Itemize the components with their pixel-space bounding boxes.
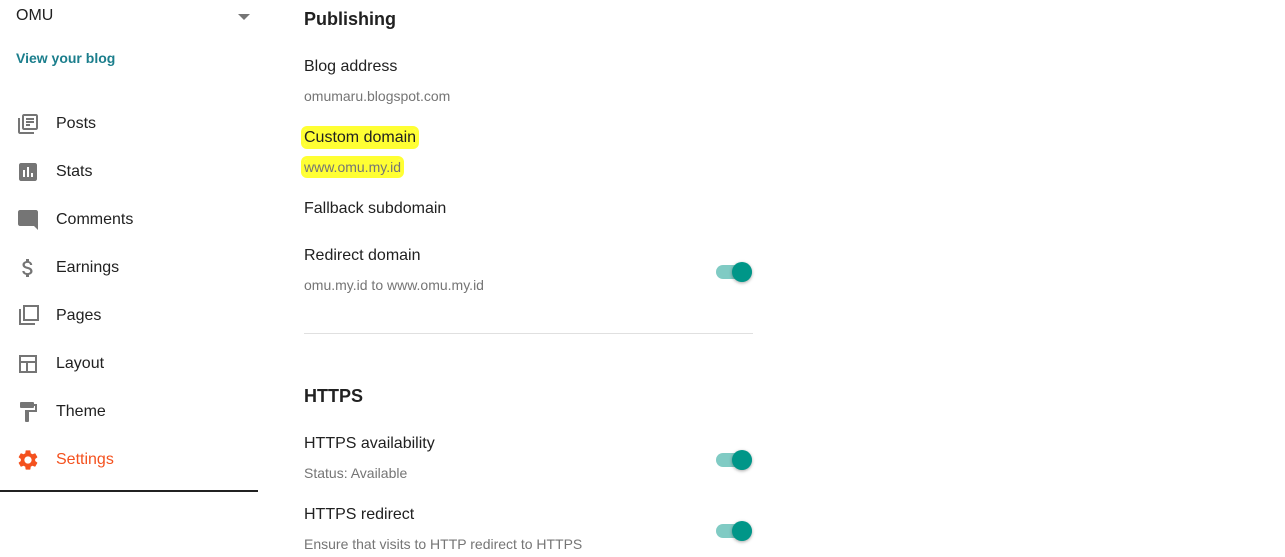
sidebar-item-label: Stats [56,163,93,180]
https-redirect-value: Ensure that visits to HTTP redirect to H… [304,536,583,552]
section-divider [304,333,753,334]
custom-domain-value-text: www.omu.my.id [304,159,401,175]
https-availability-toggle[interactable] [716,448,754,472]
fallback-subdomain-label[interactable]: Fallback subdomain [304,200,446,218]
sidebar: OMU View your blog Posts Stats Comments … [0,0,258,492]
sidebar-item-label: Settings [56,451,114,468]
https-redirect-toggle[interactable] [716,519,754,543]
sidebar-item-pages[interactable]: Pages [0,292,258,340]
sidebar-nav: Posts Stats Comments Earnings Pages Layo… [0,100,258,484]
sidebar-item-settings[interactable]: Settings [0,436,258,484]
sidebar-item-posts[interactable]: Posts [0,100,258,148]
sidebar-item-comments[interactable]: Comments [0,196,258,244]
sidebar-item-theme[interactable]: Theme [0,388,258,436]
dollar-icon [16,256,40,280]
custom-domain-label[interactable]: Custom domain [304,129,417,147]
chevron-down-icon[interactable] [238,14,250,20]
https-availability-label: HTTPS availability [304,435,435,452]
comments-icon [16,208,40,232]
toggle-thumb [732,521,752,541]
sidebar-item-label: Pages [56,307,102,324]
blog-address-value: omumaru.blogspot.com [304,88,451,104]
https-redirect-label: HTTPS redirect [304,506,415,523]
redirect-domain-toggle[interactable] [716,260,754,284]
gear-icon [16,448,40,472]
section-title-https: HTTPS [304,386,364,406]
sidebar-item-label: Theme [56,403,106,420]
stats-icon [16,160,40,184]
sidebar-item-label: Layout [56,355,105,372]
custom-domain-label-text: Custom domain [304,129,417,146]
sidebar-item-layout[interactable]: Layout [0,340,258,388]
blog-name: OMU [16,7,54,24]
redirect-domain-value: omu.my.id to www.omu.my.id [304,277,484,293]
paint-roller-icon [16,400,40,424]
sidebar-item-label: Posts [56,115,97,132]
sidebar-item-label: Comments [56,211,134,228]
sidebar-item-stats[interactable]: Stats [0,148,258,196]
sidebar-item-earnings[interactable]: Earnings [0,244,258,292]
view-blog-link[interactable]: View your blog [16,50,115,66]
blog-address-label[interactable]: Blog address [304,58,397,76]
pages-icon [16,304,40,328]
redirect-domain-label: Redirect domain [304,247,421,264]
blog-selector[interactable]: OMU [16,6,252,28]
https-availability-value: Status: Available [304,465,408,481]
blogger-settings-page: OMU View your blog Posts Stats Comments … [0,0,1285,557]
toggle-thumb [732,450,752,470]
sidebar-item-label: Earnings [56,259,120,276]
toggle-thumb [732,262,752,282]
layout-icon [16,352,40,376]
posts-icon [16,112,40,136]
section-title-publishing: Publishing [304,9,396,29]
custom-domain-value: www.omu.my.id [304,159,401,175]
